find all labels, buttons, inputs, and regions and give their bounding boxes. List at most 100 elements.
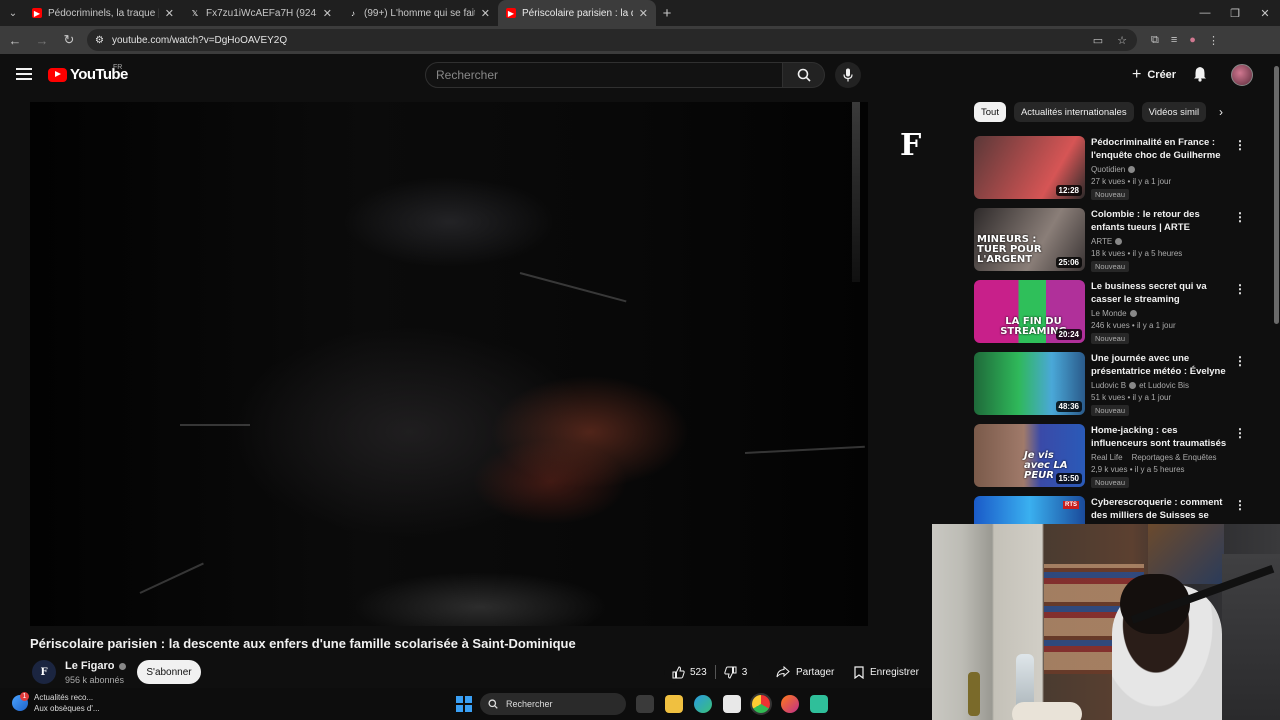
browser-tab[interactable]: ▶ Pédocriminels, la traque | Docu ✕ [24,0,182,26]
address-bar[interactable]: ⚙ youtube.com/watch?v=DgHoOAVEY2Q ▭ ☆ [87,29,1137,51]
recommended-video[interactable]: 12:28 Pédocriminalité en France : l'enqu… [974,136,1246,202]
site-settings-icon[interactable]: ⚙ [95,35,104,46]
search-input[interactable]: Rechercher [425,62,783,88]
voice-search-button[interactable] [835,62,861,88]
chip-tout[interactable]: Tout [974,102,1006,122]
search-icon [797,68,811,82]
extensions-icon[interactable]: ⧉ [1151,34,1159,47]
channel-name[interactable]: Le Figaro [65,660,126,672]
recommended-video[interactable]: MINEURS : TUER POUR L'ARGENT 25:06 Colom… [974,208,1246,274]
share-button[interactable]: Partager [766,660,844,684]
dislike-button[interactable]: 3 [716,666,756,679]
video-duration: 25:06 [1055,257,1082,268]
close-tab-icon[interactable]: ✕ [481,7,490,20]
channel-name[interactable]: Real Life Reportages & Enquêtes [1091,453,1231,462]
channel-name-text: ARTE [1091,237,1113,246]
bookmark-star-icon[interactable]: ☆ [1117,34,1127,47]
file-explorer-icon[interactable] [665,695,683,713]
close-tab-icon[interactable]: ✕ [165,7,174,20]
chip-videos-similaires[interactable]: Vidéos simil [1141,102,1207,122]
browser-toolbar: ← → ↻ ⚙ youtube.com/watch?v=DgHoOAVEY2Q … [0,26,1280,54]
more-menu-icon[interactable]: ⋮ [1208,34,1219,47]
task-view-icon[interactable] [636,695,654,713]
account-avatar[interactable] [1231,64,1253,86]
browser-tab-active[interactable]: ▶ Périscolaire parisien : la descente ✕ [498,0,656,26]
windows-start-icon[interactable] [456,696,472,712]
save-button[interactable]: Enregistrer [846,660,927,684]
chevron-right-icon[interactable]: › [1219,105,1223,119]
video-thumbnail[interactable]: Je vis avec LA PEUR 15:50 [974,424,1085,487]
video-thumbnail[interactable]: 48:36 [974,352,1085,415]
channel-name[interactable]: ARTE [1091,237,1231,246]
video-title: Périscolaire parisien : la descente aux … [30,636,576,651]
bookmark-icon [854,665,864,679]
more-options-icon[interactable]: ⋮ [1234,138,1246,152]
tab-search-chevron-icon[interactable]: ⌄ [2,2,24,24]
channel-name[interactable]: Le Monde [1091,309,1231,318]
minimize-icon[interactable]: — [1190,7,1220,20]
more-options-icon[interactable]: ⋮ [1234,426,1246,440]
browser-tab[interactable]: ♪ (99+) L'homme qui se fait agres ✕ [340,0,498,26]
x-icon: 𝕏 [191,8,199,18]
close-window-icon[interactable]: ✕ [1250,7,1280,20]
close-tab-icon[interactable]: ✕ [323,7,332,20]
like-count: 523 [690,666,707,678]
video-title[interactable]: Une journée avec une présentatrice météo… [1091,352,1231,378]
recommended-video[interactable]: 48:36 Une journée avec une présentatrice… [974,352,1246,418]
taskbar-search[interactable]: Rechercher [480,693,626,715]
more-options-icon[interactable]: ⋮ [1234,210,1246,224]
notifications-bell-icon[interactable] [1193,66,1207,85]
video-thumbnail[interactable]: RTS [974,496,1085,524]
channel-name[interactable]: Quotidien [1091,165,1231,174]
app-icon[interactable] [810,695,828,713]
store-icon[interactable] [723,695,741,713]
recommended-video[interactable]: LA FIN DU STREAMING 20:24 Le business se… [974,280,1246,346]
scrollbar-thumb[interactable] [1274,66,1279,324]
video-title[interactable]: Pédocriminalité en France : l'enquête ch… [1091,136,1231,162]
new-badge: Nouveau [1091,261,1130,272]
more-options-icon[interactable]: ⋮ [1234,354,1246,368]
video-title[interactable]: Cyberescroquerie : comment des milliers … [1091,496,1231,522]
close-tab-icon[interactable]: ✕ [639,7,648,20]
edge-icon[interactable] [694,695,712,713]
reading-list-icon[interactable]: ≡ [1171,34,1177,47]
channel-name-text: Real Life [1091,453,1123,462]
video-frame [30,102,868,626]
tiktok-icon: ♪ [351,8,355,18]
like-button[interactable]: 523 [664,665,715,679]
more-options-icon[interactable]: ⋮ [1234,282,1246,296]
video-title[interactable]: Home-jacking : ces influenceurs sont tra… [1091,424,1231,450]
back-arrow-icon[interactable]: ← [3,33,27,48]
video-title[interactable]: Colombie : le retour des enfants tueurs … [1091,208,1231,234]
youtube-logo[interactable]: YouTube FR [48,64,128,83]
more-options-icon[interactable]: ⋮ [1234,498,1246,512]
firefox-icon[interactable] [781,695,799,713]
subscribe-button[interactable]: S'abonner [137,660,201,684]
thumbs-down-icon [724,666,737,679]
hamburger-menu-icon[interactable] [16,68,32,80]
video-title[interactable]: Le business secret qui va casser le stre… [1091,280,1231,306]
video-thumbnail[interactable]: LA FIN DU STREAMING 20:24 [974,280,1085,343]
video-player[interactable] [30,102,868,626]
channel-name[interactable]: Ludovic B et Ludovic Bis [1091,381,1231,390]
chrome-icon[interactable] [752,695,770,713]
cast-icon[interactable]: ▭ [1093,34,1103,47]
new-tab-icon[interactable]: + [656,2,678,24]
light-streak [180,424,250,426]
chip-actualites-internationales[interactable]: Actualités internationales [1013,102,1134,122]
video-thumbnail[interactable]: MINEURS : TUER POUR L'ARGENT 25:06 [974,208,1085,271]
maximize-icon[interactable]: ❐ [1220,7,1250,20]
forward-arrow-icon[interactable]: → [30,33,54,48]
video-thumbnail[interactable]: 12:28 [974,136,1085,199]
browser-tab[interactable]: 𝕏 Fx7zu1iWcAEFa7H (924×790) ✕ [182,0,340,26]
create-button[interactable]: + Créer [1126,62,1186,88]
video-meta: 18 k vues • il y a 5 heures [1091,249,1183,258]
channel-avatar[interactable]: F [32,660,56,684]
recommended-video[interactable]: Je vis avec LA PEUR 15:50 Home-jacking :… [974,424,1246,490]
search-button[interactable] [783,62,825,88]
news-widget[interactable]: 1 Actualités reco... Aux obsèques d'... [12,692,100,714]
reload-icon[interactable]: ↻ [57,32,81,48]
recommended-video[interactable]: RTS Cyberescroquerie : comment des milli… [974,496,1246,524]
profile-icon[interactable]: ● [1189,34,1196,47]
new-badge: Nouveau [1091,189,1130,200]
